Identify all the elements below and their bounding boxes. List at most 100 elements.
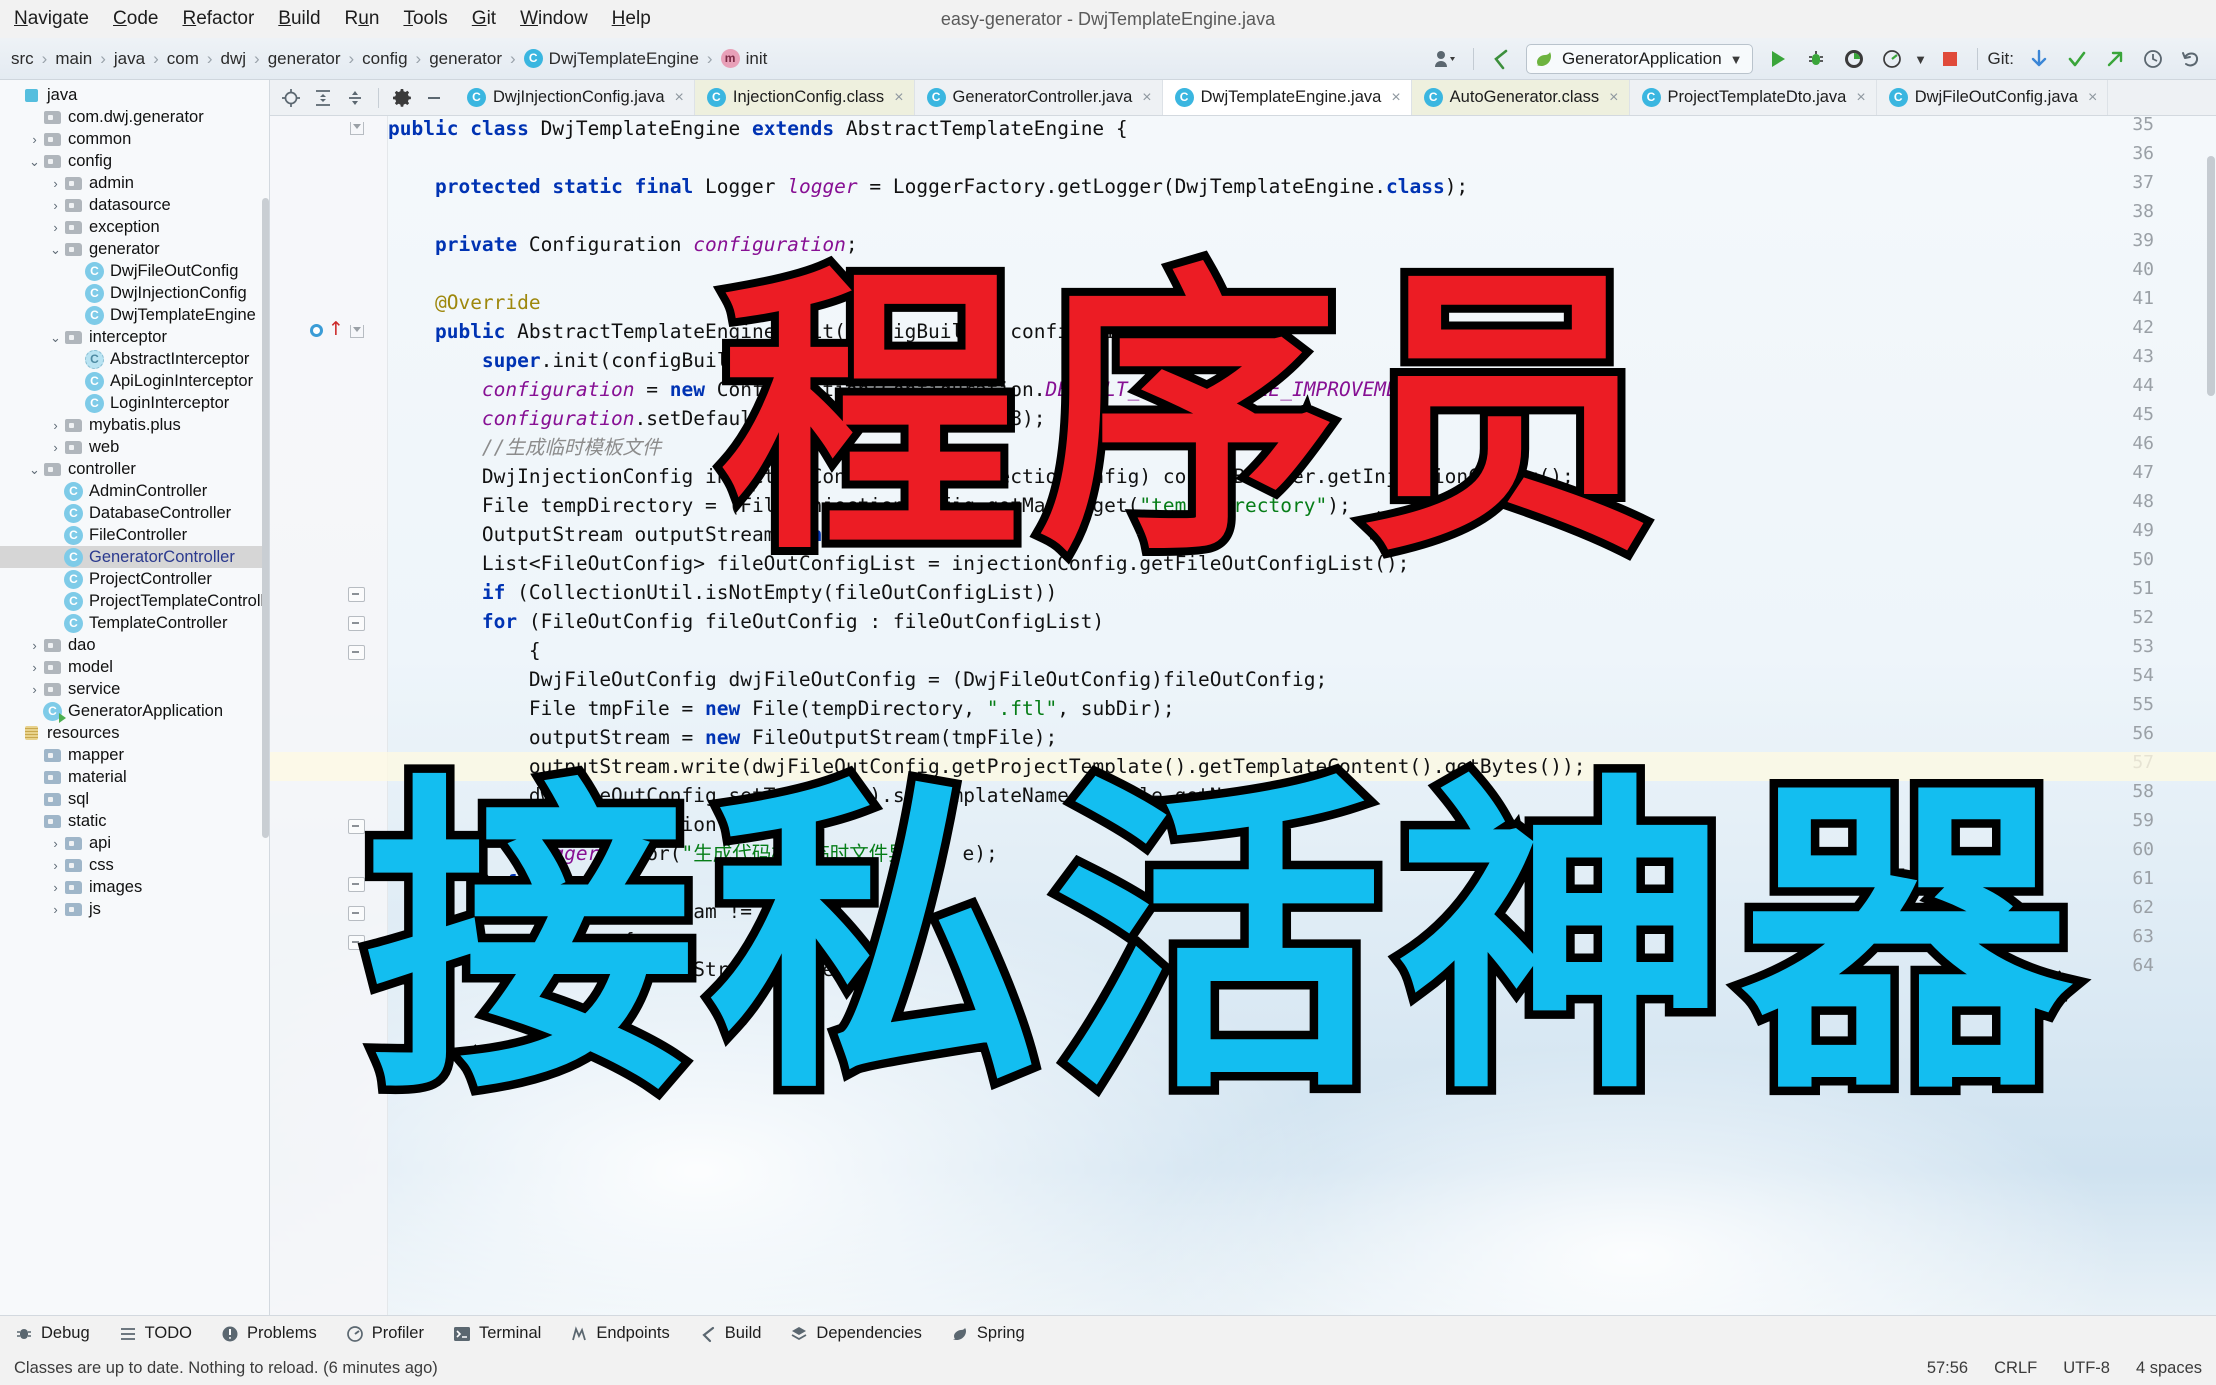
tree-item[interactable]: › api — [0, 832, 269, 854]
menu-item-refactor[interactable]: Refactor — [170, 5, 266, 33]
chevron-right-icon[interactable]: › — [27, 639, 42, 652]
tree-item[interactable]: ⌄ config — [0, 150, 269, 172]
tree-item[interactable]: › js — [0, 898, 269, 920]
tree-item[interactable]: C DatabaseController — [0, 502, 269, 524]
tree-item[interactable]: › exception — [0, 216, 269, 238]
close-icon[interactable]: × — [2085, 89, 2097, 107]
run-configuration-selector[interactable]: GeneratorApplication ▼ — [1525, 44, 1753, 74]
file-encoding[interactable]: UTF-8 — [2063, 1359, 2110, 1378]
tree-item[interactable]: ⌄ controller — [0, 458, 269, 480]
editor-tab[interactable]: C ProjectTemplateDto.java × — [1629, 80, 1877, 115]
tree-item[interactable]: › mybatis.plus — [0, 414, 269, 436]
chevron-right-icon[interactable]: › — [48, 441, 63, 454]
menu-item-git[interactable]: Git — [460, 5, 508, 33]
tree-item[interactable]: java — [0, 84, 269, 106]
breadcrumb-item-config[interactable]: config — [355, 49, 414, 69]
breadcrumb-item-src[interactable]: src — [4, 49, 41, 69]
tree-item[interactable]: › css — [0, 854, 269, 876]
tree-item[interactable]: C GeneratorController — [0, 546, 269, 568]
tree-item[interactable]: sql — [0, 788, 269, 810]
profiler-icon[interactable] — [1875, 43, 1909, 75]
tree-item[interactable]: › common — [0, 128, 269, 150]
tool-window-button[interactable]: Debug — [0, 1324, 104, 1344]
line-separator[interactable]: CRLF — [1994, 1359, 2037, 1378]
caret-position[interactable]: 57:56 — [1927, 1359, 1968, 1378]
chevron-right-icon[interactable]: › — [48, 419, 63, 432]
menu-item-run[interactable]: Run — [333, 5, 392, 33]
tree-item[interactable]: ⌄ generator — [0, 238, 269, 260]
git-update-icon[interactable] — [2022, 43, 2056, 75]
tree-item[interactable]: C DwjFileOutConfig — [0, 260, 269, 282]
menu-item-build[interactable]: Build — [266, 5, 332, 33]
sidebar-scrollbar[interactable] — [262, 198, 269, 838]
tool-window-button[interactable]: Spring — [936, 1324, 1039, 1344]
debug-icon[interactable] — [1799, 43, 1833, 75]
tool-window-button[interactable]: Problems — [206, 1324, 331, 1344]
breadcrumb-item-com[interactable]: com — [160, 49, 206, 69]
locate-file-icon[interactable] — [276, 83, 306, 113]
chevron-down-icon[interactable]: ⌄ — [48, 331, 63, 344]
editor-tab[interactable]: C DwjTemplateEngine.java × — [1162, 80, 1412, 115]
tree-item[interactable]: C DwjTemplateEngine — [0, 304, 269, 326]
close-icon[interactable]: × — [891, 89, 903, 107]
code-fold-icon[interactable] — [348, 816, 365, 834]
breadcrumb-item-generator2[interactable]: generator — [422, 49, 509, 69]
chevron-down-icon[interactable]: ⌄ — [48, 243, 63, 256]
breadcrumb-item-method[interactable]: m init — [714, 49, 775, 69]
tree-item[interactable]: C GeneratorApplication — [0, 700, 269, 723]
breadcrumb-item-java[interactable]: java — [107, 49, 152, 69]
menu-item-help[interactable]: Help — [600, 5, 663, 33]
tree-item[interactable]: C AbstractInterceptor — [0, 348, 269, 370]
tree-item[interactable]: com.dwj.generator — [0, 106, 269, 128]
editor-tab[interactable]: C InjectionConfig.class × — [694, 80, 915, 115]
tree-item[interactable]: C AdminController — [0, 480, 269, 502]
back-arrow-icon[interactable] — [1484, 43, 1518, 75]
tree-item[interactable]: C TemplateController — [0, 612, 269, 634]
tool-window-button[interactable]: Endpoints — [555, 1324, 683, 1344]
code-fold-icon[interactable] — [348, 932, 365, 950]
tree-item[interactable]: C DwjInjectionConfig — [0, 282, 269, 304]
editor-tab[interactable]: C DwjInjectionConfig.java × — [455, 80, 695, 115]
tree-item[interactable]: › service — [0, 678, 269, 700]
tree-item[interactable]: mapper — [0, 744, 269, 766]
tree-item[interactable]: C FileController — [0, 524, 269, 546]
code-fold-icon[interactable] — [348, 642, 365, 660]
chevron-right-icon[interactable]: › — [27, 683, 42, 696]
chevron-right-icon[interactable]: › — [27, 661, 42, 674]
close-icon[interactable]: × — [1853, 89, 1865, 107]
tree-item[interactable]: C ApiLoginInterceptor — [0, 370, 269, 392]
close-icon[interactable]: × — [1388, 89, 1400, 107]
code-editor[interactable]: 35 36 37 38 39 40 41 42 ↑ 43 44 45 46 47 48 49 50 51 52 53 5… — [270, 116, 2216, 1315]
tree-item[interactable]: C ProjectController — [0, 568, 269, 590]
editor-tab[interactable]: C DwjFileOutConfig.java × — [1876, 80, 2109, 115]
menu-item-code[interactable]: Code — [101, 5, 170, 33]
chevron-down-icon[interactable]: ⌄ — [27, 463, 42, 476]
close-icon[interactable]: × — [1606, 89, 1618, 107]
editor-scrollbar[interactable] — [2206, 116, 2216, 1315]
chevron-right-icon[interactable]: › — [48, 221, 63, 234]
close-icon[interactable]: × — [1139, 89, 1151, 107]
tree-item[interactable]: material — [0, 766, 269, 788]
tree-item[interactable]: C ProjectTemplateController — [0, 590, 269, 612]
scrollbar-thumb[interactable] — [2207, 156, 2215, 396]
chevron-right-icon[interactable]: › — [27, 133, 42, 146]
breadcrumb-item-main[interactable]: main — [48, 49, 99, 69]
chevron-right-icon[interactable]: › — [48, 881, 63, 894]
expand-all-icon[interactable] — [308, 83, 338, 113]
editor-gutter[interactable] — [270, 116, 388, 1315]
editor-tab[interactable]: C GeneratorController.java × — [914, 80, 1163, 115]
tool-window-button[interactable]: Build — [684, 1324, 776, 1344]
breadcrumb-item-class[interactable]: C DwjTemplateEngine — [517, 49, 706, 69]
breadcrumb-item-generator[interactable]: generator — [261, 49, 348, 69]
hide-icon[interactable] — [419, 83, 449, 113]
git-rollback-icon[interactable] — [2174, 43, 2208, 75]
tree-item[interactable]: static — [0, 810, 269, 832]
run-with-coverage-icon[interactable] — [1837, 43, 1871, 75]
tool-window-button[interactable]: Dependencies — [775, 1324, 936, 1344]
override-marker-icon[interactable]: ↑ — [328, 320, 344, 339]
run-icon[interactable] — [1761, 43, 1795, 75]
tree-item[interactable]: ⌄ interceptor — [0, 326, 269, 348]
code-fold-icon[interactable] — [348, 323, 364, 339]
tool-window-button[interactable]: Profiler — [331, 1324, 438, 1344]
tree-item[interactable]: › dao — [0, 634, 269, 656]
